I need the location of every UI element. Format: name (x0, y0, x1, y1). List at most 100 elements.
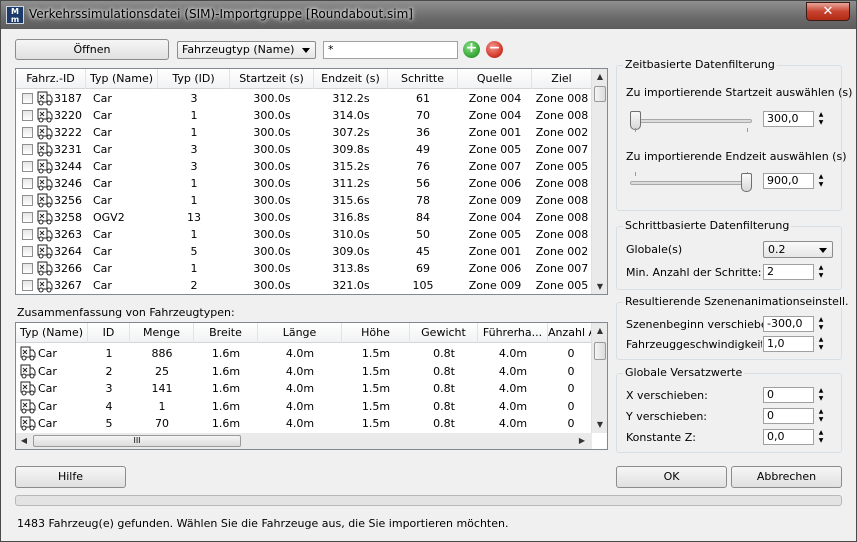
spin-down-icon[interactable]: ▼ (815, 272, 827, 280)
table-row[interactable]: 3231 Car 3 300.0s 309.8s 49 Zone 005 Zone 007 (16, 141, 592, 158)
scroll-up-icon[interactable]: ▲ (592, 69, 607, 85)
start-time-spinner[interactable]: 300,0 ▲ ▼ (763, 111, 823, 127)
spinner-buttons[interactable]: ▲ ▼ (815, 316, 827, 332)
table-row[interactable]: 3222 Car 1 300.0s 307.2s 36 Zone 001 Zone 002 (16, 124, 592, 141)
filter-value-input[interactable]: * (323, 41, 458, 59)
row-checkbox[interactable] (22, 127, 33, 138)
spin-up-icon[interactable]: ▲ (815, 408, 827, 416)
vehicle-type-summary-table[interactable]: Typ (Name) ID Menge Breite Länge Höhe Gewicht F… (15, 322, 608, 450)
row-checkbox[interactable] (22, 212, 33, 223)
column-header[interactable]: Typ (Name) (86, 69, 158, 89)
speed-spinner[interactable]: 1,0 ▲ ▼ (763, 336, 823, 352)
start-time-slider-track[interactable] (630, 119, 752, 123)
spin-up-icon[interactable]: ▲ (815, 111, 827, 119)
table-row[interactable]: Car 5 70 1.6m 4.0m 1.5m 0.8t 4.0m 0 (16, 415, 592, 432)
table-row[interactable]: Car 2 25 1.6m 4.0m 1.5m 0.8t 4.0m 0 (16, 363, 592, 380)
scroll-left-icon[interactable]: ◀ (16, 433, 32, 449)
open-button[interactable]: Öffnen (15, 39, 169, 60)
column-header[interactable]: ID (88, 323, 130, 343)
vehicle-table[interactable]: Fahrz.-ID Typ (Name) Typ (ID) Startzeit (s)… (15, 68, 608, 295)
title-bar[interactable]: M m Verkehrssimulationsdatei (SIM)-Impor… (1, 1, 856, 29)
global-select[interactable]: 0.2 (763, 241, 833, 258)
spinner-buttons[interactable]: ▲ ▼ (815, 264, 827, 280)
table-row[interactable]: 3258 OGV2 13 300.0s 316.8s 84 Zone 004 Zone 008 (16, 209, 592, 226)
table-row[interactable]: 3244 Car 3 300.0s 315.2s 76 Zone 007 Zone 005 (16, 158, 592, 175)
spinner-buttons[interactable]: ▲ ▼ (815, 429, 827, 445)
row-checkbox[interactable] (22, 195, 33, 206)
column-header[interactable]: Typ (Name) (16, 323, 88, 343)
table-row[interactable]: 3246 Car 1 300.0s 311.2s 56 Zone 006 Zone 008 (16, 175, 592, 192)
table-row[interactable]: 3264 Car 5 300.0s 309.0s 45 Zone 001 Zone 002 (16, 243, 592, 260)
spin-up-icon[interactable]: ▲ (815, 387, 827, 395)
spinner-buttons[interactable]: ▲ ▼ (815, 387, 827, 403)
hscroll-thumb[interactable]: III (33, 435, 241, 447)
row-checkbox[interactable] (22, 246, 33, 257)
column-header[interactable]: Startzeit (s) (230, 69, 314, 89)
table-row[interactable]: 3263 Car 1 300.0s 310.0s 50 Zone 005 Zone 008 (16, 226, 592, 243)
summary-vscroll[interactable]: ▲ ▼ (591, 323, 607, 433)
scroll-right-icon[interactable]: ▶ (574, 433, 590, 449)
spin-down-icon[interactable]: ▼ (815, 344, 827, 352)
scroll-down-icon[interactable]: ▼ (592, 417, 607, 433)
column-header[interactable]: Länge (258, 323, 342, 343)
scroll-down-icon[interactable]: ▼ (592, 279, 607, 294)
table-row[interactable]: Car 4 1 1.6m 4.0m 1.5m 0.8t 4.0m 0 (16, 398, 592, 415)
column-header[interactable]: Anzahl An... (548, 323, 594, 343)
row-checkbox[interactable] (22, 144, 33, 155)
spin-up-icon[interactable]: ▲ (815, 316, 827, 324)
spinner-buttons[interactable]: ▲ ▼ (815, 408, 827, 424)
column-header[interactable]: Führerha... (478, 323, 548, 343)
spin-down-icon[interactable]: ▼ (815, 324, 827, 332)
x-offset-spinner[interactable]: 0 ▲ ▼ (763, 387, 823, 403)
spin-down-icon[interactable]: ▼ (815, 181, 827, 189)
row-checkbox[interactable] (22, 229, 33, 240)
column-header[interactable]: Ziel (532, 69, 592, 89)
spin-down-icon[interactable]: ▼ (815, 119, 827, 127)
spin-up-icon[interactable]: ▲ (815, 336, 827, 344)
z-constant-spinner[interactable]: 0,0 ▲ ▼ (763, 429, 823, 445)
table-row[interactable]: Car 3 141 1.6m 4.0m 1.5m 0.8t 4.0m 0 (16, 380, 592, 397)
spinner-buttons[interactable]: ▲ ▼ (815, 173, 827, 189)
row-checkbox[interactable] (22, 93, 33, 104)
spinner-buttons[interactable]: ▲ ▼ (815, 336, 827, 352)
table-row[interactable]: 3256 Car 1 300.0s 315.6s 78 Zone 009 Zone 008 (16, 192, 592, 209)
filter-field-select[interactable]: Fahrzeugtyp (Name) (177, 41, 316, 59)
column-header[interactable]: Gewicht (410, 323, 478, 343)
spin-down-icon[interactable]: ▼ (815, 395, 827, 403)
cancel-button[interactable]: Abbrechen (731, 466, 842, 488)
row-checkbox[interactable] (22, 110, 33, 121)
spin-up-icon[interactable]: ▲ (815, 429, 827, 437)
scroll-thumb[interactable] (594, 86, 606, 102)
column-header[interactable]: Endzeit (s) (314, 69, 388, 89)
end-time-slider-track[interactable] (630, 181, 752, 185)
row-checkbox[interactable] (22, 161, 33, 172)
column-header[interactable]: Breite (194, 323, 258, 343)
column-header[interactable]: Höhe (342, 323, 410, 343)
scroll-up-icon[interactable]: ▲ (592, 323, 607, 339)
spinner-buttons[interactable]: ▲ ▼ (815, 111, 827, 127)
column-header[interactable]: Quelle (458, 69, 532, 89)
table-row[interactable]: 3187 Car 3 300.0s 312.2s 61 Zone 004 Zone 008 (16, 90, 592, 107)
plus-circle-icon[interactable]: + (463, 41, 480, 58)
spin-down-icon[interactable]: ▼ (815, 437, 827, 445)
column-header[interactable]: Schritte (388, 69, 458, 89)
table-row[interactable]: 3266 Car 1 300.0s 313.8s 69 Zone 006 Zone 007 (16, 260, 592, 277)
spin-down-icon[interactable]: ▼ (815, 416, 827, 424)
close-button[interactable]: ✕ (806, 2, 850, 21)
summary-hscroll[interactable]: ◀ III ▶ (16, 433, 592, 449)
column-header[interactable]: Fahrz.-ID (16, 69, 86, 89)
scene-start-spinner[interactable]: -300,0 ▲ ▼ (763, 316, 823, 332)
vehicle-table-vscroll[interactable]: ▲ ▼ (591, 69, 607, 294)
end-time-slider-thumb[interactable] (741, 173, 752, 192)
table-row[interactable]: 3220 Car 1 300.0s 314.0s 70 Zone 004 Zone 008 (16, 107, 592, 124)
spin-up-icon[interactable]: ▲ (815, 173, 827, 181)
end-time-spinner[interactable]: 900,0 ▲ ▼ (763, 173, 823, 189)
column-header[interactable]: Typ (ID) (158, 69, 230, 89)
spin-up-icon[interactable]: ▲ (815, 264, 827, 272)
ok-button[interactable]: OK (616, 466, 727, 488)
scroll-thumb[interactable] (594, 342, 606, 360)
y-offset-spinner[interactable]: 0 ▲ ▼ (763, 408, 823, 424)
column-header[interactable]: Menge (130, 323, 194, 343)
minus-circle-icon[interactable]: − (486, 41, 503, 58)
row-checkbox[interactable] (22, 263, 33, 274)
